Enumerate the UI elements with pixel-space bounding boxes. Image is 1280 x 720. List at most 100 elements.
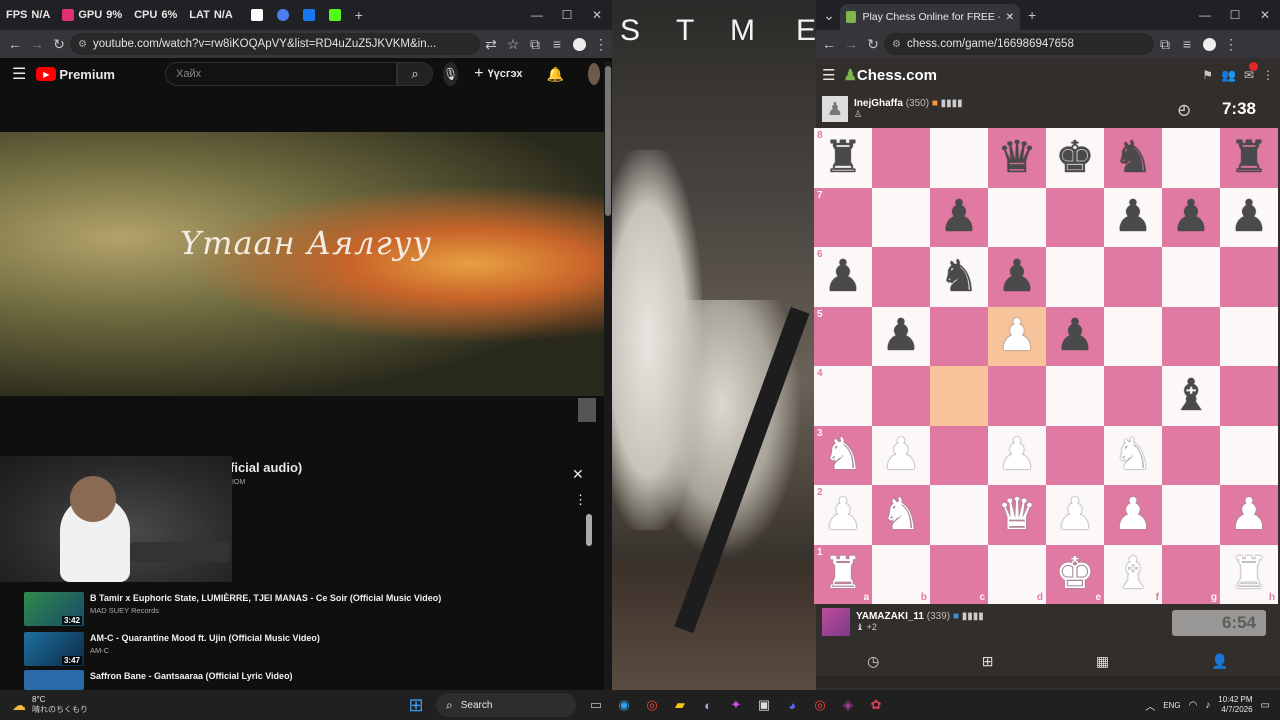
players-icon[interactable]: 👤	[1211, 653, 1228, 670]
app-icon[interactable]: ◈	[837, 694, 859, 716]
site-info-icon[interactable]: ⚙	[892, 39, 901, 50]
black-pawn-icon[interactable]: ♟	[1171, 195, 1210, 239]
mini-thumbnail[interactable]	[578, 398, 596, 422]
url-field[interactable]: ⚙ chess.com/game/166986947658	[884, 33, 1154, 55]
square-g4[interactable]: ♝	[1162, 366, 1220, 426]
white-queen-icon[interactable]: ♛	[997, 492, 1036, 537]
close-icon[interactable]: ✕	[1250, 0, 1280, 30]
square-d1[interactable]: d	[988, 544, 1046, 604]
chrome-icon-2[interactable]: ◎	[809, 694, 831, 716]
new-tab-button[interactable]: +	[1028, 7, 1036, 23]
square-b6[interactable]	[872, 247, 930, 307]
black-pawn-icon[interactable]: ♟	[823, 254, 862, 299]
playlist-scrollbar[interactable]	[586, 514, 592, 546]
media-icon[interactable]: ≡	[1176, 33, 1198, 55]
square-g5[interactable]	[1162, 306, 1220, 366]
back-icon[interactable]: ←	[818, 33, 840, 55]
square-e2[interactable]: ♟	[1046, 485, 1104, 545]
profile-icon[interactable]	[1198, 33, 1220, 55]
edge-icon[interactable]: ◉	[613, 694, 635, 716]
search-input[interactable]: ⌕ Search	[436, 693, 576, 717]
square-d2[interactable]: ♛	[988, 485, 1046, 545]
white-pawn-icon[interactable]: ♟	[881, 433, 920, 477]
square-f2[interactable]: ♟	[1104, 485, 1162, 545]
square-d6[interactable]: ♟	[988, 247, 1046, 307]
square-a2[interactable]: 2 ♟	[814, 485, 872, 545]
square-d8[interactable]: ♛	[988, 128, 1046, 188]
top-player-name[interactable]: InejGhaffa	[854, 98, 903, 109]
search-input[interactable]: Хайх	[164, 62, 397, 86]
white-knight-icon[interactable]: ♞	[881, 492, 920, 537]
square-f4[interactable]	[1104, 366, 1162, 426]
square-h7[interactable]: ♟	[1220, 187, 1278, 247]
hamburger-icon[interactable]: ☰	[12, 64, 26, 84]
board-icon[interactable]: ▦	[1096, 653, 1109, 670]
tab-chess[interactable]: Play Chess Online for FREE - 2 P ✕	[840, 4, 1020, 30]
minimize-icon[interactable]: —	[1190, 0, 1220, 30]
hamburger-icon[interactable]: ☰	[822, 66, 835, 84]
square-g3[interactable]	[1162, 425, 1220, 485]
square-f3[interactable]: ♞	[1104, 425, 1162, 485]
bookmark-icon[interactable]: ☆	[502, 33, 524, 55]
reload-icon[interactable]: ↻	[862, 33, 884, 55]
store-icon[interactable]: ▣	[753, 694, 775, 716]
white-pawn-icon[interactable]: ♟	[1229, 492, 1268, 537]
extensions-icon[interactable]: ⧉	[524, 33, 546, 55]
task-view-icon[interactable]: ▭	[585, 694, 607, 716]
volume-icon[interactable]: ♪	[1205, 700, 1210, 711]
tab-list-icon[interactable]: ⌄	[818, 4, 840, 26]
media-icon[interactable]: ≡	[546, 33, 568, 55]
close-icon[interactable]: ✕	[572, 466, 584, 483]
black-pawn-icon[interactable]: ♟	[1055, 314, 1094, 358]
square-g1[interactable]: g	[1162, 544, 1220, 604]
file-explorer-icon[interactable]: ▰	[669, 694, 691, 716]
square-b8[interactable]	[872, 128, 930, 188]
square-f6[interactable]	[1104, 247, 1162, 307]
maximize-icon[interactable]: ☐	[552, 0, 582, 30]
square-c8[interactable]	[930, 128, 988, 188]
back-icon[interactable]: ←	[4, 33, 26, 55]
youtube-logo[interactable]: ▶ Premium	[36, 67, 115, 82]
square-f7[interactable]: ♟	[1104, 187, 1162, 247]
black-king-icon[interactable]: ♚	[1055, 135, 1094, 180]
square-g6[interactable]	[1162, 247, 1220, 307]
square-f1[interactable]: f ♝	[1104, 544, 1162, 604]
wifi-icon[interactable]: ◠	[1189, 700, 1198, 711]
puzzle-icon[interactable]: ⚑	[1202, 68, 1213, 82]
chrome-icon[interactable]: ◎	[641, 694, 663, 716]
list-item[interactable]: 3:47 AM-C - Quarantine Mood ft. Ujin (Of…	[24, 632, 320, 666]
square-c4[interactable]	[930, 366, 988, 426]
bottom-player-name[interactable]: YAMAZAKI_11	[856, 611, 924, 622]
profile-icon[interactable]	[568, 33, 590, 55]
square-b3[interactable]: ♟	[872, 425, 930, 485]
extensions-icon[interactable]: ⧉	[1154, 33, 1176, 55]
mail-icon[interactable]: ✉	[1244, 62, 1258, 82]
square-c7[interactable]: ♟	[930, 187, 988, 247]
avatar[interactable]	[587, 63, 600, 85]
black-pawn-icon[interactable]: ♟	[939, 195, 978, 239]
menu-icon[interactable]: ⋮	[1220, 33, 1242, 55]
square-g7[interactable]: ♟	[1162, 187, 1220, 247]
more-icon[interactable]: ⋮	[574, 492, 587, 508]
square-d4[interactable]	[988, 366, 1046, 426]
mic-icon[interactable]: 🎙	[442, 62, 459, 86]
copilot-icon[interactable]: ✦	[725, 694, 747, 716]
square-b7[interactable]	[872, 187, 930, 247]
clock[interactable]: 10:42 PM 4/7/2026	[1218, 695, 1252, 715]
square-c5[interactable]	[930, 306, 988, 366]
square-d3[interactable]: ♟	[988, 425, 1046, 485]
white-knight-icon[interactable]: ♞	[1113, 433, 1152, 477]
horizontal-scrollbar[interactable]	[816, 676, 1280, 688]
bell-icon[interactable]: 🔔	[547, 66, 564, 83]
black-rook-icon[interactable]: ♜	[1229, 135, 1268, 180]
square-g8[interactable]	[1162, 128, 1220, 188]
square-e1[interactable]: e ♚	[1046, 544, 1104, 604]
clock-icon[interactable]: ◷	[867, 653, 879, 670]
square-g2[interactable]	[1162, 485, 1220, 545]
forward-icon[interactable]: →	[840, 33, 862, 55]
site-info-icon[interactable]: ⚙	[78, 39, 87, 50]
white-king-icon[interactable]: ♚	[1055, 552, 1094, 596]
square-a7[interactable]: 7	[814, 187, 872, 247]
white-pawn-icon[interactable]: ♟	[1055, 492, 1094, 537]
square-h6[interactable]	[1220, 247, 1278, 307]
